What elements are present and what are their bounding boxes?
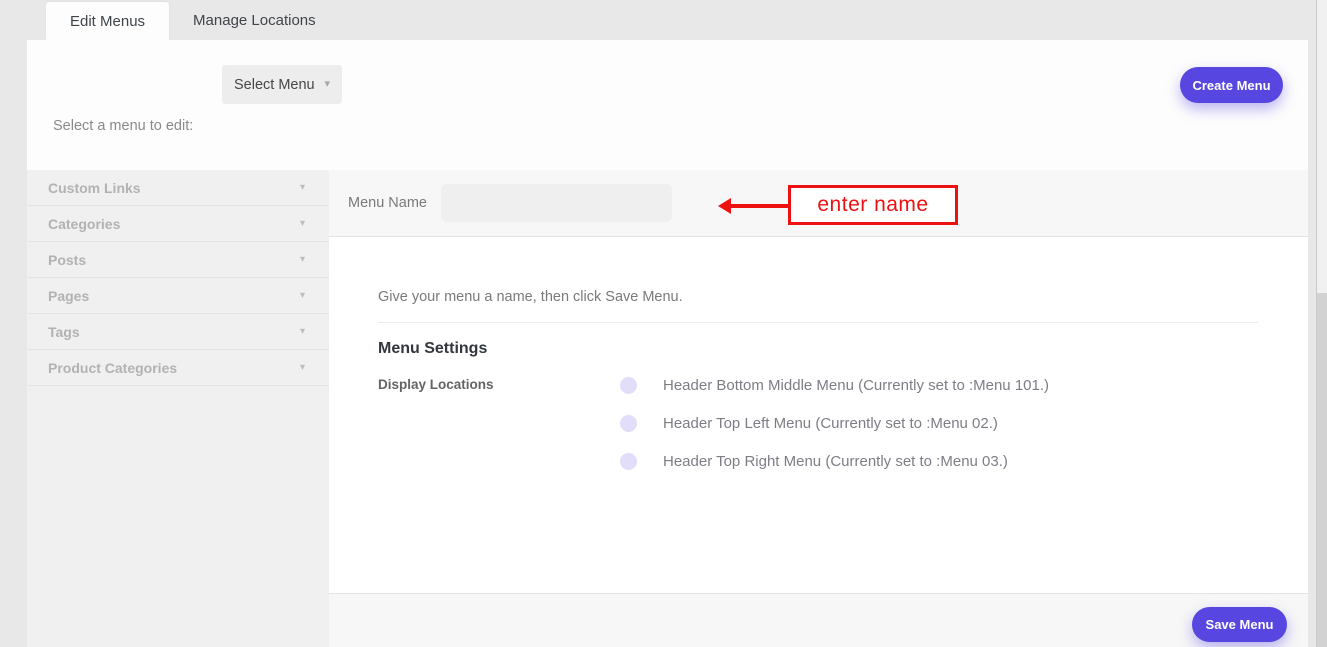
sidebar-item-label: Categories xyxy=(48,216,120,232)
sidebar-item-label: Posts xyxy=(48,252,86,268)
sidebar-item-label: Custom Links xyxy=(48,180,141,196)
location-checkbox[interactable] xyxy=(620,453,637,470)
select-menu-label: Select a menu to edit: xyxy=(53,118,193,134)
chevron-down-icon: ▾ xyxy=(300,183,305,193)
annotation-text: enter name xyxy=(817,193,928,217)
chevron-down-icon: ▾ xyxy=(300,219,305,229)
display-locations-label: Display Locations xyxy=(378,377,494,392)
chevron-down-icon: ▾ xyxy=(324,79,330,90)
location-label: Header Top Left Menu (Currently set to :… xyxy=(663,415,998,432)
sidebar-item-categories[interactable]: Categories ▾ xyxy=(27,206,329,242)
sidebar-item-posts[interactable]: Posts ▾ xyxy=(27,242,329,278)
sidebar-item-label: Product Categories xyxy=(48,360,177,376)
menu-settings-heading: Menu Settings xyxy=(378,340,487,358)
chevron-down-icon: ▾ xyxy=(300,327,305,337)
menu-editor-panel: Menu Name enter name Give your menu a na… xyxy=(329,170,1308,647)
sidebar-item-product-categories[interactable]: Product Categories ▾ xyxy=(27,350,329,386)
create-menu-button[interactable]: Create Menu xyxy=(1180,67,1283,103)
tab-edit-menus[interactable]: Edit Menus xyxy=(46,2,169,40)
annotation-box: enter name xyxy=(788,185,958,225)
chevron-down-icon: ▾ xyxy=(300,291,305,301)
menus-admin-page: Edit Menus Manage Locations Select a men… xyxy=(27,0,1308,647)
menu-select-value: Select Menu xyxy=(234,77,315,93)
chevron-down-icon: ▾ xyxy=(300,363,305,373)
sidebar-item-label: Tags xyxy=(48,324,80,340)
location-checkbox[interactable] xyxy=(620,377,637,394)
tab-bar: Edit Menus Manage Locations xyxy=(27,0,1308,40)
menu-select-dropdown[interactable]: Select Menu ▾ xyxy=(222,65,342,104)
menu-name-input[interactable] xyxy=(441,184,672,222)
sidebar-item-label: Pages xyxy=(48,288,89,304)
location-label: Header Top Right Menu (Currently set to … xyxy=(663,453,1008,470)
display-locations-list: Header Bottom Middle Menu (Currently set… xyxy=(620,366,1049,480)
tab-manage-locations-label: Manage Locations xyxy=(193,12,316,29)
location-label: Header Bottom Middle Menu (Currently set… xyxy=(663,377,1049,394)
section-divider xyxy=(378,322,1258,323)
tab-edit-menus-label: Edit Menus xyxy=(70,13,145,30)
editor-footer: Save Menu xyxy=(329,593,1308,647)
scrollbar-thumb[interactable] xyxy=(1317,293,1327,647)
menu-header-panel: Select a menu to edit: Select Menu ▾ Cre… xyxy=(27,40,1308,170)
location-row: Header Top Left Menu (Currently set to :… xyxy=(620,404,1049,442)
menu-name-label: Menu Name xyxy=(348,195,427,211)
sidebar-item-custom-links[interactable]: Custom Links ▾ xyxy=(27,170,329,206)
location-checkbox[interactable] xyxy=(620,415,637,432)
location-row: Header Bottom Middle Menu (Currently set… xyxy=(620,366,1049,404)
sidebar-item-pages[interactable]: Pages ▾ xyxy=(27,278,329,314)
menu-name-row: Menu Name enter name xyxy=(329,170,1308,237)
save-menu-button[interactable]: Save Menu xyxy=(1192,607,1287,642)
intro-text: Give your menu a name, then click Save M… xyxy=(378,289,683,305)
page-scrollbar[interactable] xyxy=(1316,0,1327,647)
annotation-arrow-line xyxy=(729,204,789,208)
chevron-down-icon: ▾ xyxy=(300,255,305,265)
location-row: Header Top Right Menu (Currently set to … xyxy=(620,442,1049,480)
menu-items-sidebar: Custom Links ▾ Categories ▾ Posts ▾ Page… xyxy=(27,170,329,647)
tab-manage-locations[interactable]: Manage Locations xyxy=(189,0,320,40)
sidebar-item-tags[interactable]: Tags ▾ xyxy=(27,314,329,350)
